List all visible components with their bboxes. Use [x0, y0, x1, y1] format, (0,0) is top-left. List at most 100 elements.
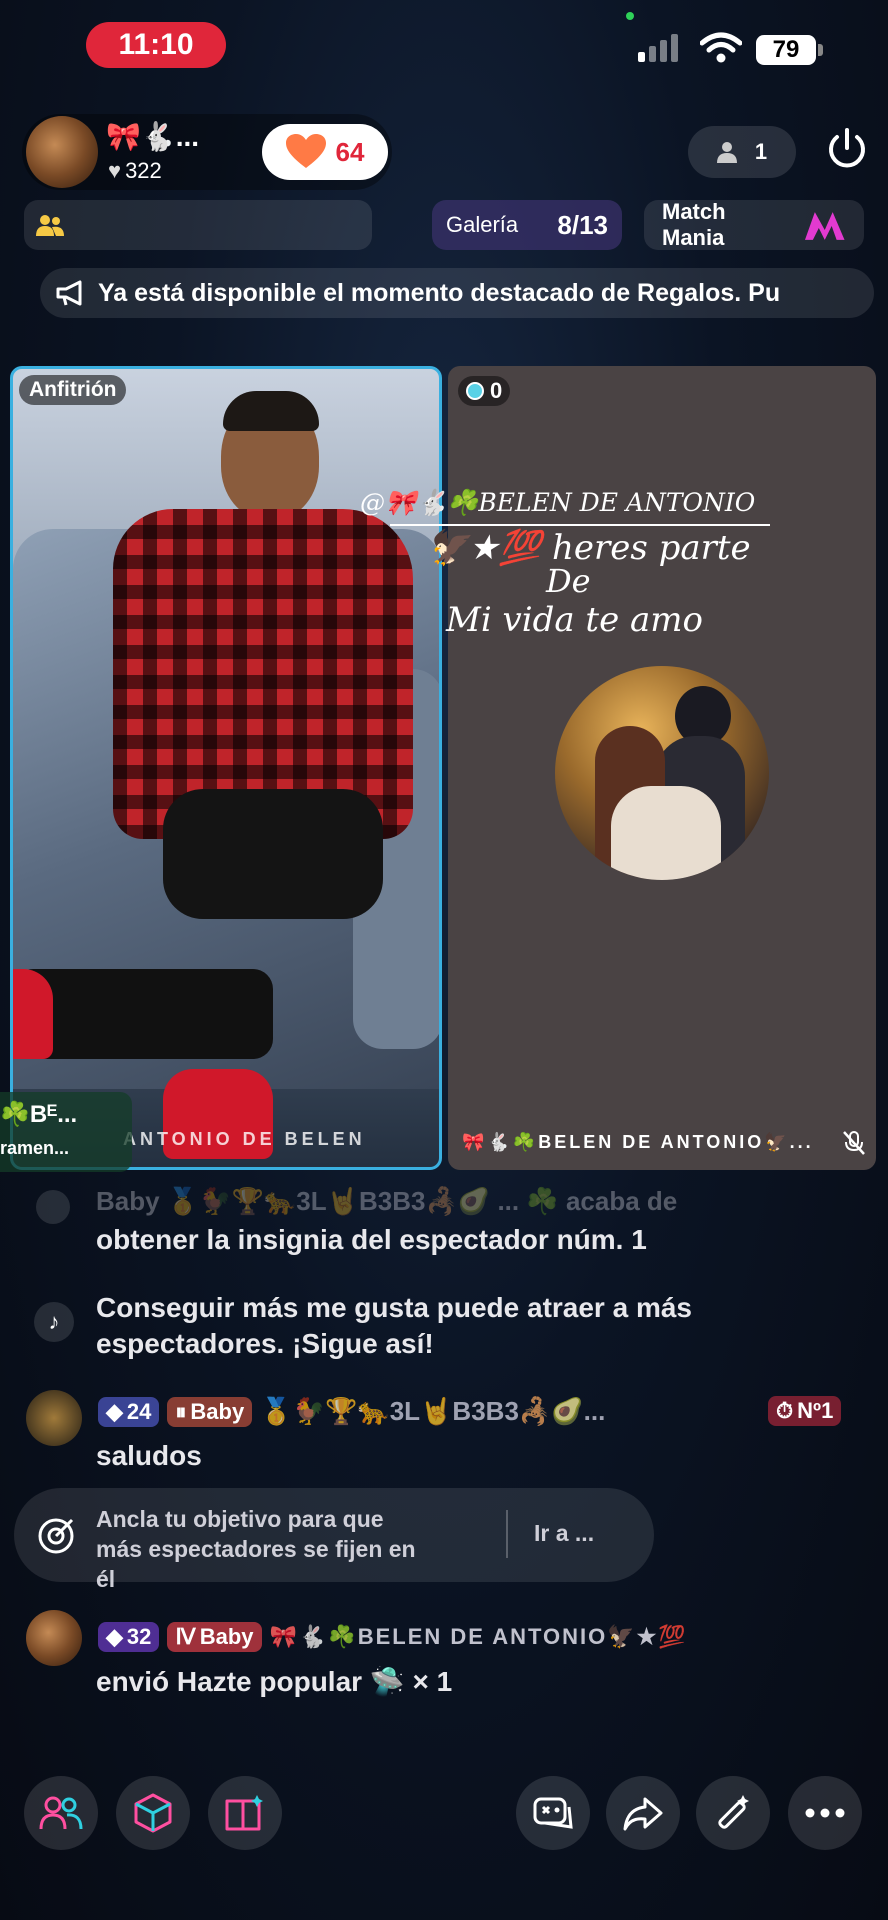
host-card[interactable]: 🎀🐇... ♥ 322 64	[22, 114, 392, 190]
hearts-count: 64	[335, 136, 365, 167]
share-arrow-icon	[623, 1797, 663, 1831]
people-icon	[39, 1796, 83, 1830]
magic-wand-icon	[718, 1795, 749, 1829]
goal-prompt[interactable]: Ancla tu objetivo para que más espectado…	[14, 1488, 654, 1592]
effects-button[interactable]	[116, 1776, 190, 1850]
caption-line-3: De	[546, 562, 591, 600]
fan-badge-2: Ⅳ Baby	[167, 1622, 262, 1652]
viewers-count: 1	[754, 139, 768, 164]
gallery-tab[interactable]: Galería 8/13	[432, 200, 622, 250]
orange-heart-icon	[285, 134, 326, 168]
heart-small-icon: ♥	[108, 158, 122, 183]
more-button[interactable]	[788, 1776, 862, 1850]
book-button[interactable]	[208, 1776, 282, 1850]
wifi-icon	[699, 32, 743, 69]
fan-badge-icon: ⏸	[175, 1398, 187, 1424]
couple-avatar-wrap	[448, 666, 876, 880]
host-video-panel[interactable]: Anfitrión ANTONIO DE BELEN	[10, 366, 442, 1170]
guest-score: 0	[458, 376, 511, 406]
gallery-count: 8/13	[557, 209, 608, 240]
muted-mic-icon	[843, 1131, 865, 1155]
level-badge-2: ◆ 32	[98, 1622, 160, 1652]
tiktok-icon	[36, 1190, 70, 1224]
host-likes-count: 322	[125, 158, 162, 183]
battery-icon: 79	[756, 35, 816, 65]
rank-badge-value: Nº1	[797, 1398, 834, 1423]
chat-user2-message: envió Hazte popular 🛸 × 1	[96, 1666, 453, 1697]
host-avatar[interactable]	[26, 116, 98, 188]
chat-user2-name: 🎀🐇☘️BELEN DE ANTONIO🦅★💯	[269, 1624, 688, 1649]
guest-score-value: 0	[490, 378, 503, 403]
host-role-badge: Anfitrión	[19, 375, 127, 405]
more-dots-icon	[805, 1808, 845, 1818]
signal-icon	[638, 34, 678, 62]
clock-pill: 11:10	[86, 22, 226, 68]
person-legs	[163, 789, 383, 919]
gamepad-icon	[533, 1797, 573, 1829]
red-shoe-left-icon	[13, 969, 53, 1059]
avatar-figure-dress	[611, 786, 721, 880]
match-mania-logo-icon	[804, 212, 845, 240]
book-sparkle-icon	[225, 1795, 263, 1831]
group-icon	[36, 215, 64, 236]
power-icon[interactable]	[824, 126, 870, 177]
caption-line-4: Mi vida te amo	[446, 600, 703, 640]
person-hair	[223, 391, 319, 431]
fan-badge-2-icon: Ⅳ	[175, 1624, 196, 1649]
battery-tip	[818, 44, 823, 56]
chat-user2-avatar[interactable]	[26, 1610, 82, 1666]
guest-mini-name: ☘️Bᴱ...	[0, 1101, 78, 1128]
goal-text: Ancla tu objetivo para que más espectado…	[96, 1506, 416, 1592]
team-bar[interactable]	[24, 200, 372, 250]
caption-underline	[390, 524, 770, 526]
match-mania-tab[interactable]: Match Mania	[644, 199, 864, 250]
megaphone-icon	[56, 280, 82, 306]
level-badge-1: ◆ 24	[98, 1396, 160, 1427]
host-panel-name: ANTONIO DE BELEN	[123, 1129, 366, 1149]
gem-icon	[466, 382, 484, 400]
gallery-label: Galería	[446, 212, 519, 237]
person-icon	[716, 142, 737, 163]
guest-panel-name: 🎀🐇☘️BELEN DE ANTONIO🦅...	[462, 1132, 814, 1152]
host-likes: ♥ 322	[108, 158, 162, 184]
level-badge-1-value: 24	[126, 1398, 152, 1424]
gem-badge-icon: ◆	[106, 1624, 123, 1649]
announcement-banner[interactable]: Ya está disponible el momento destacado …	[40, 268, 874, 318]
hearts-button[interactable]: 64	[262, 124, 388, 180]
rank-badge: ⏱ Nº1	[768, 1396, 842, 1426]
chat-user1-name: 🥇🐓🏆🐆3L🤘B3B3🦂🥑...	[260, 1396, 606, 1426]
fan-badge-2-label: Baby	[199, 1624, 254, 1649]
target-icon	[38, 1518, 74, 1554]
chat-user2-header[interactable]: ◆ 32 Ⅳ Baby 🎀🐇☘️BELEN DE ANTONIO🦅★💯	[98, 1622, 688, 1652]
banner-text: Ya está disponible el momento destacado …	[98, 278, 781, 307]
guest-video-panel[interactable]: 0 🎀🐇☘️BELEN DE ANTONIO🦅...	[448, 366, 876, 1170]
level-badge-2-value: 32	[126, 1624, 152, 1649]
chat-user1-header[interactable]: ◆ 24 ⏸ Baby 🥇🐓🏆🐆3L🤘B3B3🦂🥑...	[98, 1396, 605, 1427]
match-mania-label: Match Mania	[662, 199, 726, 250]
cube-icon	[134, 1793, 172, 1833]
share-button[interactable]	[606, 1776, 680, 1850]
chat-faded-line: Baby 🥇🐓🏆🐆3L🤘B3B3🦂🥑 ... ☘️ acaba de	[96, 1186, 678, 1216]
chat-user1-message: saludos	[96, 1440, 202, 1471]
tiktok-note-icon: ♪	[34, 1302, 74, 1342]
caption-line-1: @🎀🐇☘️BELEN DE ANTONIO	[360, 488, 756, 517]
guests-button[interactable]	[24, 1776, 98, 1850]
stopwatch-icon: ⏱	[776, 1398, 794, 1423]
chat-user1-avatar[interactable]	[26, 1390, 82, 1446]
chat-message-1: obtener la insignia del espectador núm. …	[96, 1224, 647, 1255]
fan-badge-1: ⏸ Baby	[167, 1396, 253, 1427]
fan-badge-1-label: Baby	[190, 1398, 245, 1424]
goal-divider	[506, 1510, 508, 1558]
mic-indicator	[626, 12, 634, 20]
guest-mini-card[interactable]: ☘️Bᴱ... ramen...	[0, 1092, 132, 1172]
chat-message-2: Conseguir más me gusta puede atraer a má…	[96, 1292, 692, 1359]
guest-mini-sub: ramen...	[0, 1138, 70, 1158]
viewers-button[interactable]: 1	[688, 126, 796, 178]
clock-time: 11:10	[118, 28, 194, 61]
battery-level: 79	[772, 36, 800, 63]
game-button[interactable]	[516, 1776, 590, 1850]
enhance-button[interactable]	[696, 1776, 770, 1850]
diamond-icon: ◆	[106, 1398, 123, 1424]
couple-avatar	[555, 666, 769, 880]
goal-action-button[interactable]: Ir a ...	[534, 1520, 594, 1547]
